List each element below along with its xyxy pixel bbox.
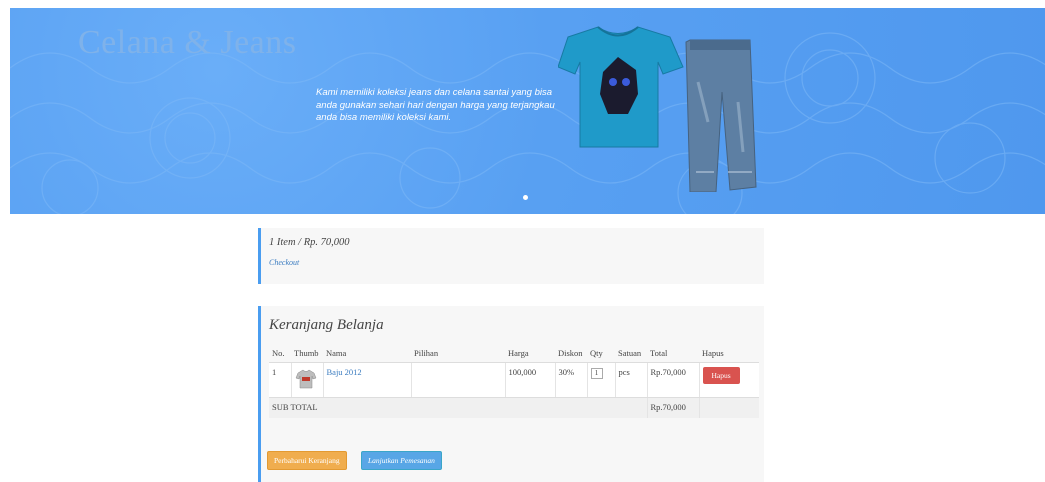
cart-summary-text: 1 Item / Rp. 70,000: [269, 237, 350, 248]
header-price: Harga: [505, 344, 555, 363]
subtotal-empty: [698, 397, 759, 418]
subtotal-label: SUB TOTAL: [269, 397, 647, 418]
shopping-cart-panel: Keranjang Belanja No. Thumb Nama Pilihan…: [258, 306, 764, 482]
header-qty: Qty: [587, 344, 615, 363]
header-name: Nama: [323, 344, 411, 363]
tshirt-jeans-image: [558, 26, 757, 192]
product-thumbnail: [295, 369, 316, 389]
header-unit: Satuan: [615, 344, 647, 363]
cart-table: No. Thumb Nama Pilihan Harga Diskon Qty …: [269, 344, 759, 418]
slider-dot[interactable]: [523, 195, 528, 200]
hero-banner: Celana & Jeans Kami memiliki koleksi jea…: [10, 8, 1045, 214]
checkout-link[interactable]: Checkout: [269, 258, 299, 267]
row-total: Rp.70,000: [646, 362, 699, 398]
row-option: [410, 362, 505, 398]
row-name: Baju 2012: [322, 362, 411, 398]
row-no: 1: [269, 362, 291, 398]
row-thumb: [290, 362, 323, 398]
row-price: 100,000: [504, 362, 555, 398]
banner-description: Kami memiliki koleksi jeans dan celana s…: [316, 87, 555, 123]
table-row: 1 Baju 2012 100,000 30% 1 pcs Rp.70,000 …: [269, 362, 759, 398]
row-delete: Hapus: [698, 362, 759, 398]
row-discount: 30%: [554, 362, 587, 398]
row-unit: pcs: [614, 362, 647, 398]
delete-button[interactable]: Hapus: [702, 367, 740, 384]
header-total: Total: [647, 344, 699, 363]
product-link[interactable]: Baju 2012: [327, 367, 362, 377]
row-qty: 1: [586, 362, 615, 398]
subtotal-value: Rp.70,000: [646, 397, 699, 418]
continue-order-button[interactable]: Lanjutkan Pemesanan: [361, 451, 442, 470]
update-cart-button[interactable]: Perbaharui Keranjang: [267, 451, 347, 470]
banner-title: Celana & Jeans: [78, 24, 297, 61]
qty-input[interactable]: 1: [590, 368, 603, 379]
header-option: Pilihan: [411, 344, 505, 363]
table-header-row: No. Thumb Nama Pilihan Harga Diskon Qty …: [269, 344, 759, 363]
cart-title: Keranjang Belanja: [269, 317, 384, 333]
cart-summary-panel: 1 Item / Rp. 70,000 Checkout: [258, 228, 764, 284]
header-delete: Hapus: [699, 344, 759, 363]
header-discount: Diskon: [555, 344, 587, 363]
header-thumb: Thumb: [291, 344, 323, 363]
subtotal-row: SUB TOTAL Rp.70,000: [269, 397, 759, 418]
header-no: No.: [269, 344, 291, 363]
